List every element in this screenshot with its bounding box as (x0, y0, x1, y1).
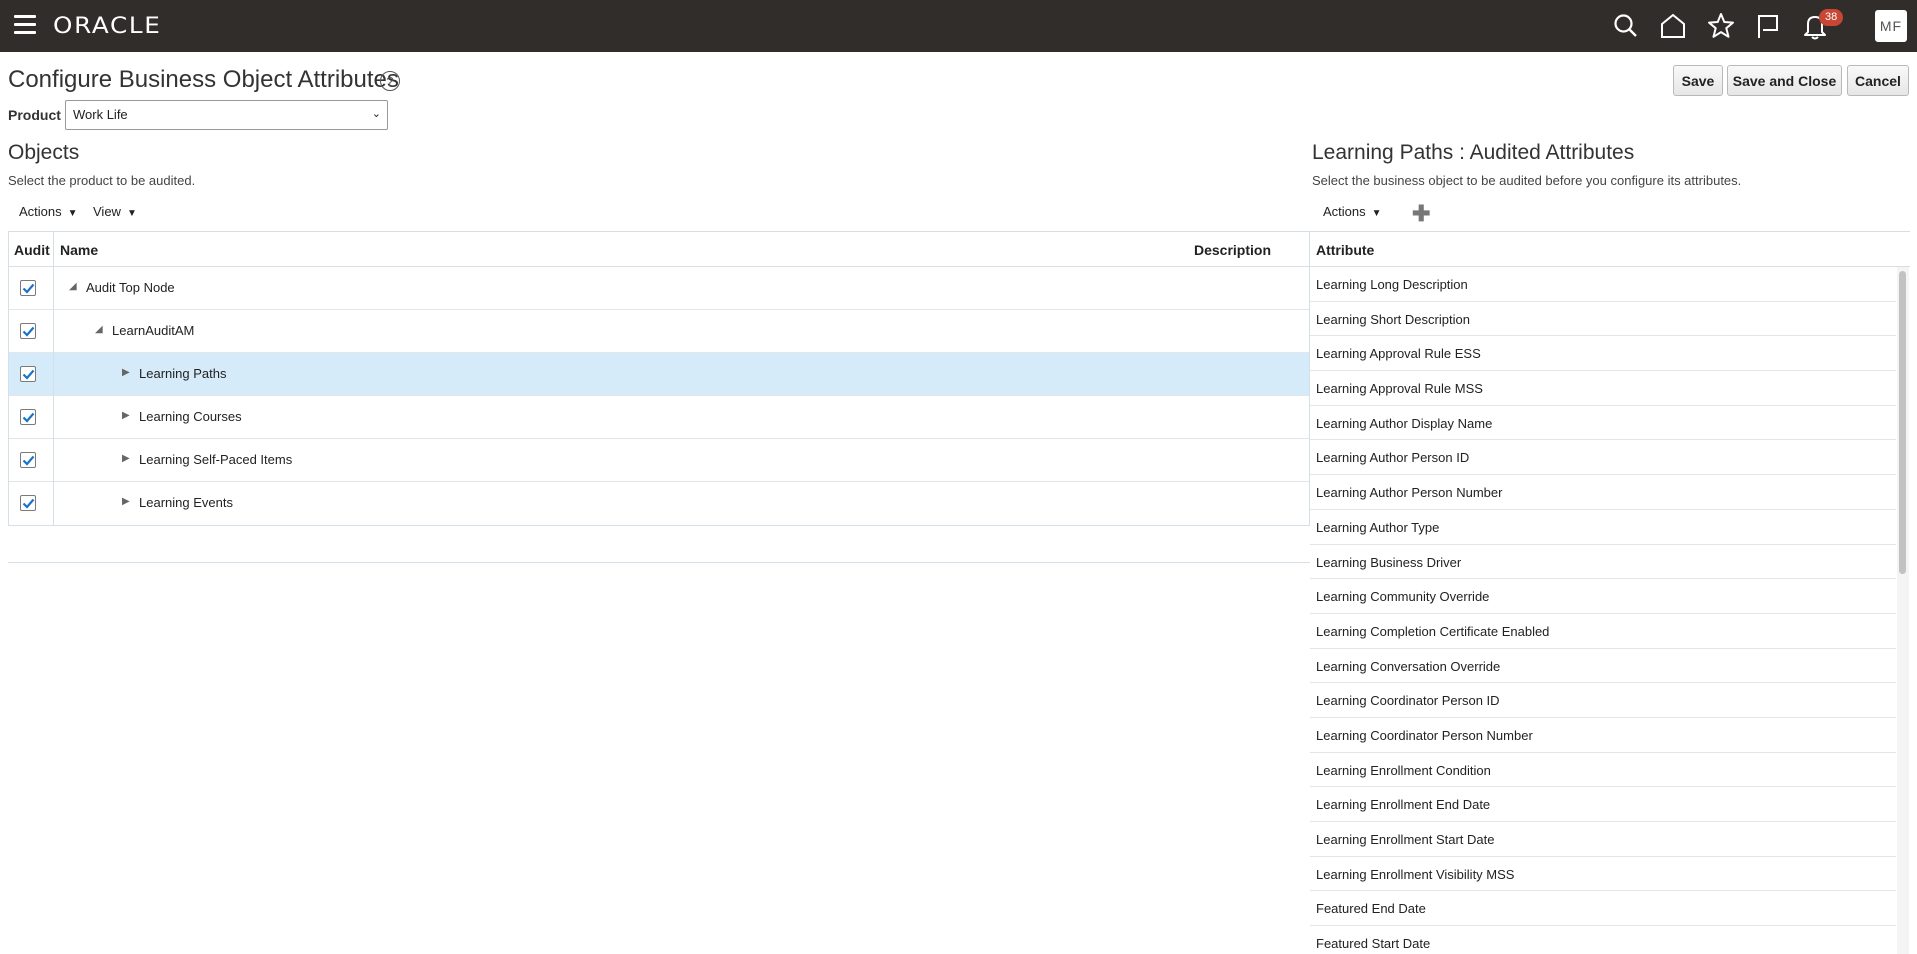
tree-row[interactable]: ▶ Learning Self-Paced Items (9, 439, 1309, 482)
star-icon[interactable] (1706, 11, 1736, 41)
column-header-audit[interactable]: Audit (14, 242, 50, 258)
objects-tree-table: Audit Name Description ◢ Audit Top Node … (8, 231, 1310, 526)
product-label: Product (8, 107, 61, 123)
attribute-row[interactable]: Learning Short Description (1310, 302, 1896, 337)
attribute-row[interactable]: Learning Approval Rule MSS (1310, 371, 1896, 406)
attributes-title: Learning Paths : Audited Attributes (1312, 141, 1635, 164)
product-select-value: Work Life (73, 107, 128, 122)
expanded-triangle-icon[interactable]: ◢ (69, 281, 77, 292)
attribute-row[interactable]: Learning Coordinator Person Number (1310, 718, 1896, 753)
collapsed-triangle-icon[interactable]: ▶ (122, 410, 130, 421)
tree-node-label: Audit Top Node (86, 280, 175, 295)
collapsed-triangle-icon[interactable]: ▶ (122, 453, 130, 464)
attribute-row[interactable]: Learning Business Driver (1310, 545, 1896, 580)
objects-actions-menu[interactable]: Actions ▼ (19, 204, 78, 219)
tree-row[interactable]: ◢ Audit Top Node (9, 267, 1309, 310)
attribute-row[interactable]: Learning Completion Certificate Enabled (1310, 614, 1896, 649)
objects-view-menu[interactable]: View ▼ (93, 204, 137, 219)
chevron-down-icon: ⌄ (371, 108, 381, 120)
collapsed-triangle-icon[interactable]: ▶ (122, 367, 130, 378)
attributes-description: Select the business object to be audited… (1312, 173, 1742, 188)
flag-icon[interactable] (1753, 11, 1783, 41)
attribute-row[interactable]: Learning Author Display Name (1310, 406, 1896, 441)
triangle-down-icon: ▼ (67, 208, 78, 219)
attributes-actions-menu[interactable]: Actions ▼ (1323, 204, 1382, 219)
expanded-triangle-icon[interactable]: ◢ (95, 324, 103, 335)
column-header-description[interactable]: Description (1194, 242, 1271, 258)
attribute-row[interactable]: Learning Approval Rule ESS (1310, 336, 1896, 372)
page-title: Configure Business Object Attributes (8, 66, 399, 93)
collapsed-triangle-icon[interactable]: ▶ (122, 496, 130, 507)
help-icon[interactable]: ? (380, 71, 400, 91)
audit-checkbox[interactable] (20, 366, 36, 382)
tree-row[interactable]: ◢ LearnAuditAM (9, 310, 1309, 353)
triangle-down-icon: ▼ (1371, 208, 1382, 219)
attribute-row[interactable]: Featured End Date (1310, 891, 1896, 927)
audit-checkbox[interactable] (20, 409, 36, 425)
tree-row[interactable]: ▶ Learning Events (9, 482, 1309, 525)
attribute-row[interactable]: Learning Conversation Override (1310, 649, 1896, 684)
top-bar: ORACLE 38 MF (0, 0, 1917, 52)
attribute-row[interactable]: Featured Start Date (1310, 926, 1896, 954)
column-header-name[interactable]: Name (60, 242, 98, 258)
audit-checkbox[interactable] (20, 495, 36, 511)
audit-checkbox[interactable] (20, 452, 36, 468)
audit-checkbox[interactable] (20, 280, 36, 296)
save-and-close-button[interactable]: Save and Close (1727, 65, 1842, 96)
avatar[interactable]: MF (1875, 10, 1907, 42)
tree-node-label: Learning Paths (139, 366, 227, 381)
actions-label: Actions (1323, 204, 1366, 219)
view-label: View (93, 204, 121, 219)
attribute-row[interactable]: Learning Community Override (1310, 579, 1896, 614)
menu-icon[interactable] (14, 15, 36, 35)
attributes-table: Attribute Learning Long Description Lear… (1310, 231, 1910, 954)
divider (8, 562, 1310, 563)
attribute-row[interactable]: Learning Author Type (1310, 510, 1896, 545)
attribute-row[interactable]: Learning Enrollment Start Date (1310, 822, 1896, 857)
cancel-button[interactable]: Cancel (1847, 65, 1909, 96)
tree-node-label: LearnAuditAM (112, 323, 195, 338)
tree-node-label: Learning Courses (139, 409, 242, 424)
attribute-row[interactable]: Learning Author Person ID (1310, 440, 1896, 476)
objects-title: Objects (8, 141, 80, 164)
scrollbar-thumb[interactable] (1899, 271, 1906, 574)
notification-badge: 38 (1819, 9, 1844, 26)
tree-row[interactable]: ▶ Learning Courses (9, 396, 1309, 439)
attribute-row[interactable]: Learning Long Description (1310, 267, 1896, 302)
tree-node-label: Learning Events (139, 495, 233, 510)
attribute-row[interactable]: Learning Coordinator Person ID (1310, 683, 1896, 718)
attribute-row[interactable]: Learning Enrollment Visibility MSS (1310, 857, 1896, 892)
search-icon[interactable] (1611, 11, 1641, 41)
attribute-row[interactable]: Learning Enrollment End Date (1310, 787, 1896, 822)
tree-row-selected[interactable]: ▶ Learning Paths (9, 353, 1309, 396)
save-button[interactable]: Save (1673, 65, 1723, 96)
attribute-row[interactable]: Learning Author Person Number (1310, 475, 1896, 510)
tree-header: Audit Name Description (9, 232, 1309, 267)
home-icon[interactable] (1658, 11, 1688, 41)
product-select[interactable]: Work Life ⌄ (65, 100, 388, 130)
attributes-scrollbar[interactable] (1897, 267, 1909, 954)
attribute-row[interactable]: Learning Enrollment Condition (1310, 753, 1896, 788)
column-header-attribute[interactable]: Attribute (1310, 232, 1910, 267)
actions-label: Actions (19, 204, 62, 219)
objects-description: Select the product to be audited. (8, 173, 196, 188)
tree-node-label: Learning Self-Paced Items (139, 452, 293, 467)
add-icon[interactable]: ✚ (1412, 201, 1430, 227)
oracle-logo[interactable]: ORACLE (53, 14, 162, 39)
audit-checkbox[interactable] (20, 323, 36, 339)
triangle-down-icon: ▼ (126, 208, 137, 219)
